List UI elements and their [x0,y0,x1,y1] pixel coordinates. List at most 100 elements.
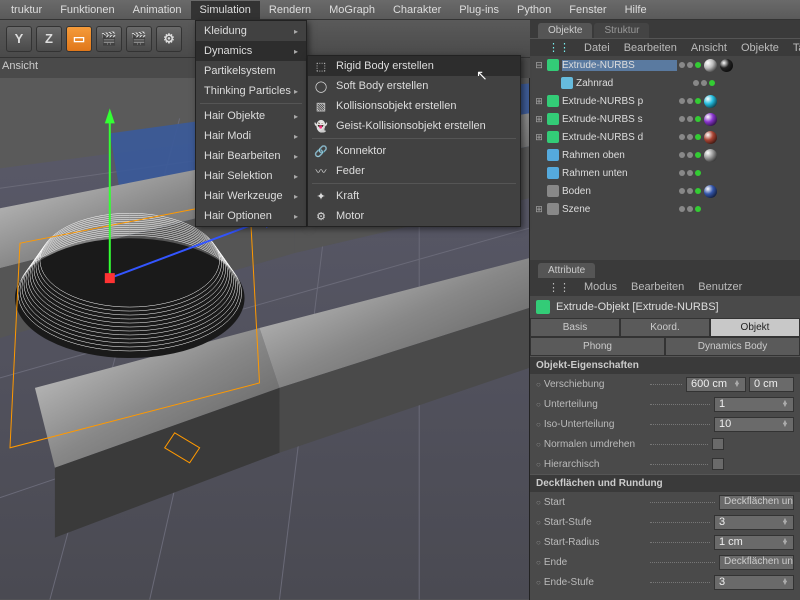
menu-rendern[interactable]: Rendern [260,1,320,19]
subbar-objekte[interactable]: Objekte [741,42,779,54]
submenuitem-rigid-body-erstellen[interactable]: ⬚Rigid Body erstellen [308,56,520,76]
material-ball[interactable] [704,59,717,72]
visibility-dots[interactable] [679,152,701,158]
attr-tab-phong[interactable]: Phong [530,337,665,356]
object-row[interactable]: ⊞Szene [530,200,800,218]
attr-tab-dynamics body[interactable]: Dynamics Body [665,337,800,356]
number-input[interactable]: 1▲▼ [714,397,794,412]
tab-objekte[interactable]: Objekte [538,23,592,38]
submenuitem-kollisionsobjekt-erstellen[interactable]: ▧Kollisionsobjekt erstellen [308,96,520,116]
visibility-dots[interactable] [679,170,701,176]
render-button[interactable]: 🎬 [126,26,152,52]
menu-simulation[interactable]: Simulation [191,1,260,19]
menuitem-hair-optionen[interactable]: Hair Optionen▸ [196,206,306,226]
number-input[interactable]: 10▲▼ [714,417,794,432]
subbar-bearbeiten[interactable]: Bearbeiten [631,281,684,293]
menuitem-dynamics[interactable]: Dynamics▸ [196,41,306,61]
visibility-dots[interactable] [679,188,701,194]
cursor-icon: ↖ [476,67,488,84]
menuitem-hair-selektion[interactable]: Hair Selektion▸ [196,166,306,186]
submenuitem-konnektor[interactable]: 🔗Konnektor [308,141,520,161]
subbar-ansicht[interactable]: Ansicht [691,42,727,54]
subbar-datei[interactable]: Datei [584,42,610,54]
tab-struktur[interactable]: Struktur [594,23,649,38]
number-input[interactable]: 0 cm [749,377,794,392]
menuitem-hair-werkzeuge[interactable]: Hair Werkzeuge▸ [196,186,306,206]
prop-label: Start-Radius [536,537,646,548]
menuitem-kleidung[interactable]: Kleidung▸ [196,21,306,41]
subbar-benutzer[interactable]: Benutzer [698,281,742,293]
number-input[interactable]: 1 cm▲▼ [714,535,794,550]
object-list[interactable]: ⊟Extrude-NURBSZahnrad⊞Extrude-NURBS p⊞Ex… [530,56,800,260]
checkbox[interactable] [712,458,724,470]
attr-tab-koord[interactable]: Koord. [620,318,710,337]
combo-input[interactable]: Deckflächen und Ru [719,555,794,570]
axis-z-button[interactable]: Z [36,26,62,52]
subbar-⋮⋮[interactable]: ⋮⋮ [548,281,570,294]
visibility-dots[interactable] [679,134,701,140]
visibility-dots[interactable] [679,206,701,212]
attr-tab-objekt[interactable]: Objekt [710,318,800,337]
menu-plug-ins[interactable]: Plug-ins [450,1,508,19]
menu-animation[interactable]: Animation [124,1,191,19]
expand-icon[interactable]: ⊟ [534,60,544,71]
submenuitem-kraft[interactable]: ✦Kraft [308,186,520,206]
menu-hilfe[interactable]: Hilfe [616,1,656,19]
menu-truktur[interactable]: truktur [2,1,51,19]
submenuitem-feder[interactable]: 〰Feder [308,161,520,181]
object-row[interactable]: Boden [530,182,800,200]
menuitem-hair-objekte[interactable]: Hair Objekte▸ [196,106,306,126]
attr-tabbar: Attribute [530,260,800,278]
material-ball[interactable] [704,95,717,108]
object-row[interactable]: ⊞Extrude-NURBS s [530,110,800,128]
visibility-dots[interactable] [679,98,701,104]
expand-icon[interactable]: ⊞ [534,96,544,107]
material-ball[interactable] [704,113,717,126]
menuitem-hair-bearbeiten[interactable]: Hair Bearbeiten▸ [196,146,306,166]
number-input[interactable]: 3▲▼ [714,575,794,590]
expand-icon[interactable]: ⊞ [534,132,544,143]
subbar-⋮⋮[interactable]: ⋮⋮ [548,41,570,54]
menu-python[interactable]: Python [508,1,560,19]
menu-charakter[interactable]: Charakter [384,1,450,19]
material-ball[interactable] [704,131,717,144]
material-ball[interactable] [720,59,733,72]
object-row[interactable]: ⊟Extrude-NURBS [530,56,800,74]
tab-attribute[interactable]: Attribute [538,263,595,278]
material-ball[interactable] [704,149,717,162]
menu-funktionen[interactable]: Funktionen [51,1,123,19]
submenuitem-soft-body-erstellen[interactable]: ◯Soft Body erstellen [308,76,520,96]
object-row[interactable]: ⊞Extrude-NURBS d [530,128,800,146]
object-row[interactable]: Rahmen oben [530,146,800,164]
checkbox[interactable] [712,438,724,450]
menuitem-hair-modi[interactable]: Hair Modi▸ [196,126,306,146]
subbar-tags[interactable]: Tags [793,42,800,54]
material-ball[interactable] [704,185,717,198]
number-input[interactable]: 3▲▼ [714,515,794,530]
subbar-bearbeiten[interactable]: Bearbeiten [624,42,677,54]
number-input[interactable]: 600 cm▲▼ [686,377,746,392]
object-row[interactable]: ⊞Extrude-NURBS p [530,92,800,110]
expand-icon[interactable]: ⊞ [534,204,544,215]
visibility-dots[interactable] [679,116,701,122]
combo-input[interactable]: Deckflächen und Ru [719,495,794,510]
menuitem-thinking-particles[interactable]: Thinking Particles▸ [196,81,306,101]
menuitem-partikelsystem[interactable]: Partikelsystem [196,61,306,81]
axis-y-button[interactable]: Y [6,26,32,52]
tool-button[interactable]: ▭ [66,26,92,52]
object-row[interactable]: Zahnrad [530,74,800,92]
visibility-dots[interactable] [693,80,715,86]
settings-button[interactable]: ⚙ [156,26,182,52]
prop-label: Hierarchisch [536,459,646,470]
object-row[interactable]: Rahmen unten [530,164,800,182]
clapper-button[interactable]: 🎬 [96,26,122,52]
submenuitem-motor[interactable]: ⚙Motor [308,206,520,226]
attr-tab-basis[interactable]: Basis [530,318,620,337]
menu-fenster[interactable]: Fenster [560,1,615,19]
expand-icon[interactable]: ⊞ [534,114,544,125]
submenuitem-geist-kollisionsobjekt-erstellen[interactable]: 👻Geist-Kollisionsobjekt erstellen [308,116,520,136]
visibility-dots[interactable] [679,62,701,68]
dynamics-submenu: ⬚Rigid Body erstellen◯Soft Body erstelle… [307,55,521,227]
menu-mograph[interactable]: MoGraph [320,1,384,19]
subbar-modus[interactable]: Modus [584,281,617,293]
